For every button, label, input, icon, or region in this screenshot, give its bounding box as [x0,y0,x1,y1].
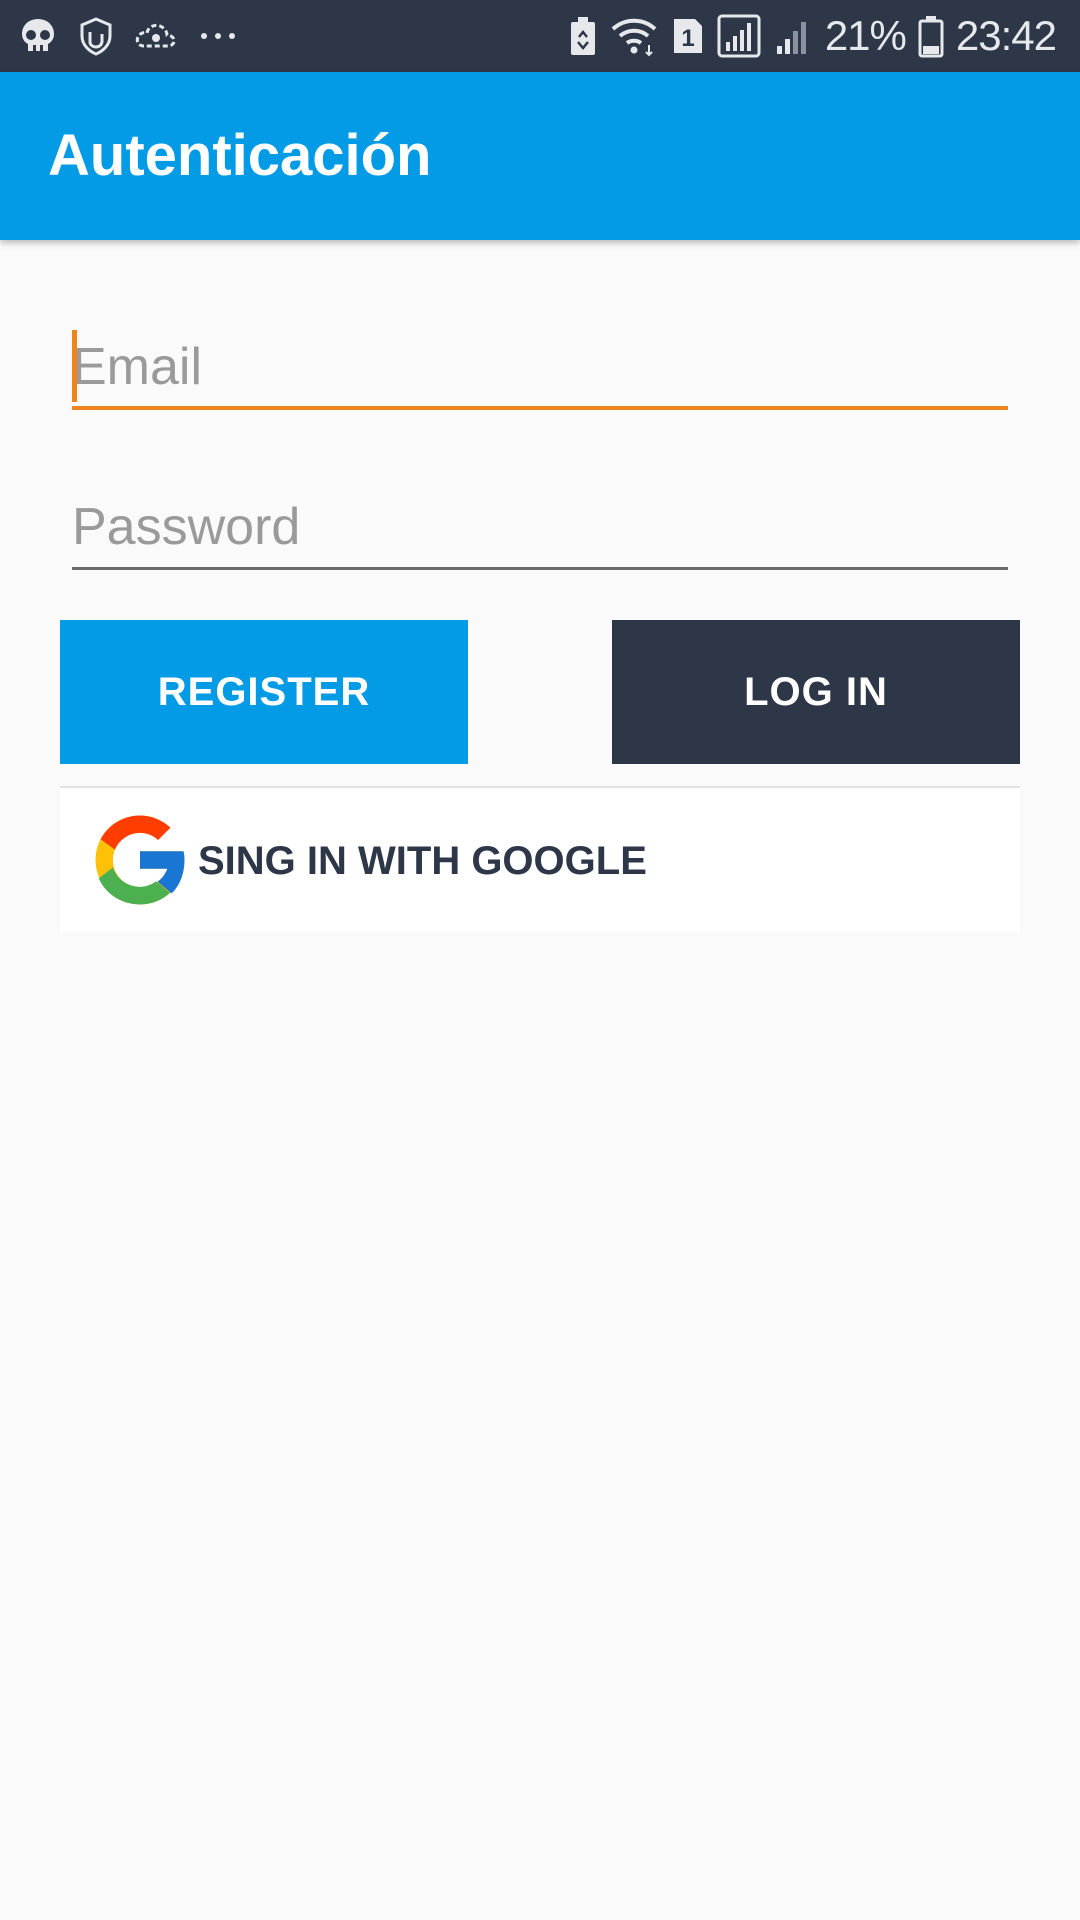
email-field[interactable] [72,328,1008,410]
battery-icon [918,14,944,58]
email-underline [72,406,1008,410]
shield-hand-icon [76,16,116,56]
page-title: Autenticación [48,123,432,188]
notification-icons [18,14,240,58]
clock: 23:42 [955,12,1057,59]
status-bar: 1 21% 23:42 [0,0,1080,72]
cloud-sync-icon [134,16,178,56]
text-cursor [72,330,77,402]
more-dots-icon [196,16,240,56]
password-input[interactable] [72,488,1008,566]
google-sign-in-label: SING IN WITH GOOGLE [198,839,647,883]
sim-number: 1 [681,25,694,52]
signal-weak-icon [773,14,813,58]
email-input[interactable] [72,328,1008,406]
app-bar: Autenticación [0,72,1080,240]
password-underline [72,567,1008,570]
battery-percent: 21% [824,12,907,59]
system-status-icons: 1 21% 23:42 [569,0,1057,72]
sim-icon: 1 [671,15,705,57]
login-button[interactable]: LOG IN [612,620,1020,764]
register-button[interactable]: REGISTER [60,620,468,764]
skull-icon [18,16,58,56]
wifi-icon [609,15,659,57]
google-logo-icon [82,802,198,918]
signal-icon [717,14,761,58]
password-field[interactable] [72,488,1008,570]
google-sign-in-button[interactable]: SING IN WITH GOOGLE [60,786,1020,932]
battery-saver-icon [569,15,597,57]
